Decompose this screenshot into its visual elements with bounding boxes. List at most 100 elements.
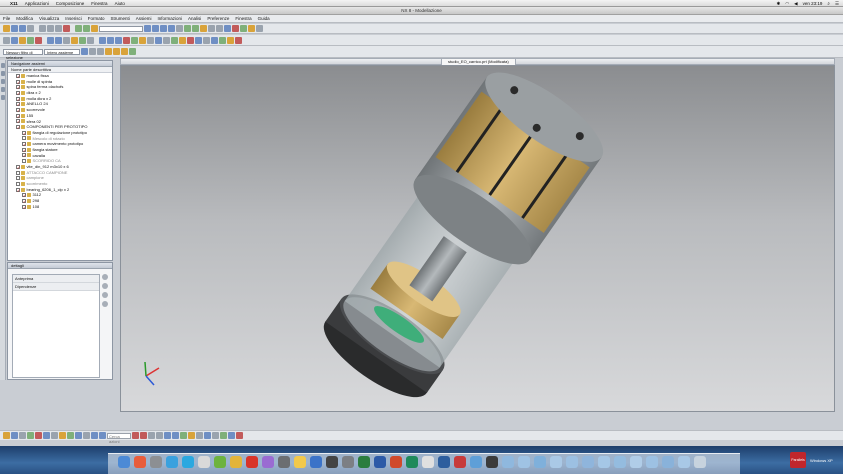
zoom-in-icon[interactable] <box>102 274 108 280</box>
snap-end-icon[interactable] <box>113 48 120 55</box>
menu-app[interactable]: X11 <box>10 1 18 6</box>
measure-icon[interactable] <box>224 25 231 32</box>
applications-folder-icon[interactable] <box>534 456 546 468</box>
circle-icon[interactable] <box>148 432 155 439</box>
spotlight-icon[interactable]: ⌕ <box>827 1 830 6</box>
hole-icon[interactable] <box>19 36 26 44</box>
shade-icon[interactable] <box>184 25 191 32</box>
checkbox-icon[interactable]: ✓ <box>16 73 20 78</box>
clock[interactable]: ven 23:19 <box>803 1 823 6</box>
csys-icon[interactable] <box>131 36 138 44</box>
parallels-badge[interactable]: Parallels <box>790 452 806 468</box>
layer-icon[interactable] <box>200 25 207 32</box>
stack-icon[interactable] <box>550 456 562 468</box>
point-icon[interactable] <box>139 36 146 44</box>
checkbox-icon[interactable]: ✓ <box>16 96 20 101</box>
menu-finestra-nx[interactable]: Finestra <box>235 16 251 21</box>
cursor-icon[interactable] <box>3 432 10 439</box>
copy-icon[interactable] <box>47 25 54 32</box>
rotate-preview-icon[interactable] <box>102 301 108 307</box>
menu-inserisci[interactable]: Inserisci <box>65 16 82 21</box>
calendar-icon[interactable] <box>246 456 258 468</box>
deselect-icon[interactable] <box>35 432 42 439</box>
plane-select-icon[interactable] <box>75 432 82 439</box>
checkbox-icon[interactable]: ✓ <box>16 90 20 95</box>
dependencies-label[interactable]: Dipendenze <box>13 283 99 291</box>
intersect-icon[interactable] <box>115 36 122 44</box>
pattern-icon[interactable] <box>71 36 78 44</box>
dimension-icon[interactable] <box>188 432 195 439</box>
action-search-field[interactable]: Cerca azioni <box>107 432 131 444</box>
delete-icon[interactable] <box>63 25 70 32</box>
fillet-icon[interactable] <box>180 432 187 439</box>
appstore-icon[interactable] <box>310 456 322 468</box>
photo-icon[interactable] <box>278 456 290 468</box>
show-icon[interactable] <box>216 25 223 32</box>
thicken-icon[interactable] <box>187 36 194 44</box>
split-icon[interactable] <box>203 36 210 44</box>
dashboard-icon[interactable] <box>134 456 146 468</box>
documents-folder-icon[interactable] <box>518 456 530 468</box>
resource-roles-icon[interactable] <box>1 95 5 100</box>
checkbox-icon[interactable]: ✓ <box>16 187 20 192</box>
checkbox-icon[interactable]: ✓ <box>22 204 26 209</box>
view-icon[interactable] <box>176 25 183 32</box>
new-icon[interactable] <box>11 25 18 32</box>
stack7-icon[interactable] <box>646 456 658 468</box>
list-icon[interactable]: ☰ <box>835 1 839 7</box>
skype-icon[interactable] <box>182 456 194 468</box>
pan-icon[interactable] <box>160 25 167 32</box>
select-edge-icon[interactable] <box>97 48 104 55</box>
groove-icon[interactable] <box>235 36 242 44</box>
project-icon[interactable] <box>204 432 211 439</box>
spline-icon[interactable] <box>172 432 179 439</box>
axis-icon[interactable] <box>155 36 162 44</box>
graphics-viewport[interactable] <box>120 65 835 412</box>
extrude-icon[interactable] <box>3 36 10 44</box>
mail-icon[interactable] <box>198 456 210 468</box>
stack6-icon[interactable] <box>630 456 642 468</box>
rib-icon[interactable] <box>211 36 218 44</box>
checkbox-icon[interactable] <box>22 159 26 164</box>
offset-icon[interactable] <box>179 36 186 44</box>
details-title[interactable]: dettagli <box>8 263 112 269</box>
blend-icon[interactable] <box>47 36 54 44</box>
thread-icon[interactable] <box>219 36 226 44</box>
downloads-folder-icon[interactable] <box>502 456 514 468</box>
checkbox-icon[interactable]: ✓ <box>16 85 20 90</box>
undo-icon[interactable] <box>75 25 82 32</box>
assembly-icon[interactable] <box>248 25 255 32</box>
analysis-icon[interactable] <box>240 25 247 32</box>
sew-icon[interactable] <box>171 36 178 44</box>
volume-icon[interactable]: ◀ <box>794 1 797 7</box>
sketch-arc-icon[interactable] <box>99 432 106 439</box>
plane-icon[interactable] <box>147 36 154 44</box>
stack2-icon[interactable] <box>566 456 578 468</box>
excel-icon[interactable] <box>358 456 370 468</box>
terminal-icon[interactable] <box>326 456 338 468</box>
snap-center-icon[interactable] <box>129 48 136 55</box>
line-icon[interactable] <box>132 432 139 439</box>
emboss-icon[interactable] <box>227 36 234 44</box>
facetime-icon[interactable] <box>214 456 226 468</box>
tangent-icon[interactable] <box>59 432 66 439</box>
select-all-icon[interactable] <box>81 48 88 55</box>
checkbox-icon[interactable]: ✓ <box>22 153 26 158</box>
checkbox-icon[interactable]: ✓ <box>16 102 20 107</box>
checkbox-icon[interactable]: ✓ <box>16 164 20 169</box>
chamfer-icon[interactable] <box>55 36 62 44</box>
menu-applicazioni[interactable]: Applicazioni <box>25 1 49 6</box>
powerpoint-icon[interactable] <box>390 456 402 468</box>
pan-preview-icon[interactable] <box>102 292 108 298</box>
stickies-icon[interactable] <box>294 456 306 468</box>
checkbox-icon[interactable] <box>22 136 26 141</box>
menu-strumenti[interactable]: Strumenti <box>111 16 130 21</box>
filter-combo[interactable]: Nessun filtro di selezione <box>3 48 43 60</box>
redo-icon[interactable] <box>83 25 90 32</box>
zoom-out-icon[interactable] <box>102 283 108 289</box>
checkbox-icon[interactable]: ✓ <box>16 119 20 124</box>
wire-icon[interactable] <box>192 25 199 32</box>
checkbox-icon[interactable]: ✓ <box>22 142 26 147</box>
menu-finestra[interactable]: Finestra <box>91 1 107 6</box>
surface-icon[interactable] <box>163 36 170 44</box>
